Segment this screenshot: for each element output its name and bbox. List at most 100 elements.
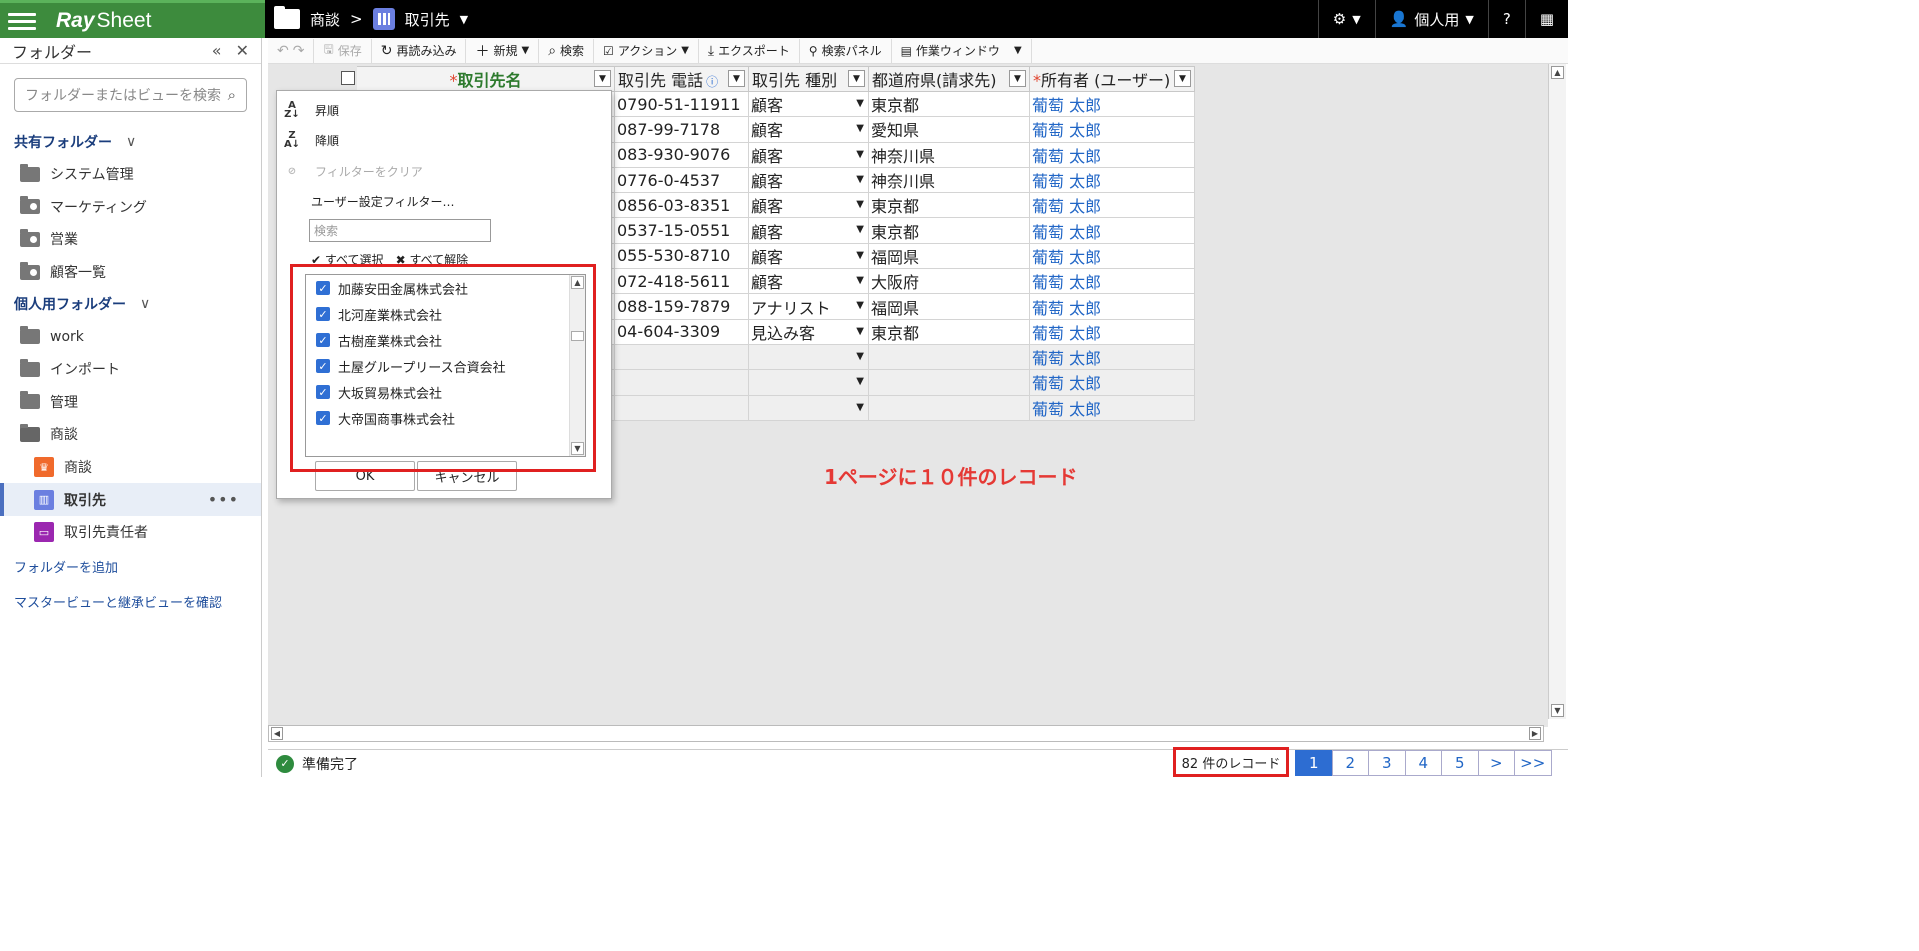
sort-ascending-item[interactable]: A Z↓ 昇順 bbox=[281, 101, 339, 120]
cell-type[interactable]: 顧客 ▼ bbox=[748, 166, 869, 194]
collapse-icon[interactable]: « bbox=[212, 41, 222, 60]
cell-pref[interactable] bbox=[868, 343, 1030, 371]
undo-button[interactable]: ↶ ↷ bbox=[268, 38, 315, 63]
master-view-link[interactable]: マスタービューと継承ビューを確認 bbox=[0, 584, 261, 619]
cell-pref[interactable] bbox=[868, 369, 1030, 396]
cell-phone[interactable]: 087-99-7178 bbox=[614, 116, 749, 143]
save-button[interactable]: 🖫 保存 bbox=[314, 38, 372, 63]
cell-pref[interactable]: 東京都 bbox=[868, 217, 1030, 244]
filter-search-input[interactable]: 検索 bbox=[309, 219, 491, 242]
cell-phone[interactable]: 0537-15-0551 bbox=[614, 217, 749, 244]
cell-owner[interactable]: 葡萄 太郎 bbox=[1029, 293, 1195, 320]
filter-dropdown-button[interactable]: ▼ bbox=[1009, 70, 1026, 87]
shared-folder-section[interactable]: 共有フォルダー ∨ bbox=[0, 126, 261, 158]
folder-item-marketing[interactable]: マーケティング bbox=[0, 191, 261, 224]
view-item-deals[interactable]: ♛ 商談 bbox=[0, 451, 261, 484]
page-button[interactable]: > bbox=[1477, 750, 1515, 776]
close-icon[interactable]: ✕ bbox=[236, 41, 249, 60]
owner-link[interactable]: 葡萄 太郎 bbox=[1032, 147, 1101, 166]
horizontal-scrollbar[interactable]: ◀ ▶ bbox=[268, 725, 1544, 742]
cell-phone[interactable]: 0856-03-8351 bbox=[614, 192, 749, 219]
user-menu[interactable]: 👤 個人用 ▼ bbox=[1374, 0, 1488, 38]
cell-owner[interactable]: 葡萄 太郎 bbox=[1029, 166, 1195, 194]
dropdown-arrow-icon[interactable]: ▼ bbox=[856, 402, 864, 413]
folder-search-input[interactable]: フォルダーまたはビューを検索 ⌕ bbox=[14, 78, 247, 112]
personal-folder-section[interactable]: 個人用フォルダー ∨ bbox=[0, 288, 261, 320]
owner-link[interactable]: 葡萄 太郎 bbox=[1032, 248, 1101, 267]
cell-pref[interactable]: 東京都 bbox=[868, 90, 1030, 118]
search-icon[interactable]: ⌕ bbox=[228, 86, 236, 104]
cell-owner[interactable]: 葡萄 太郎 bbox=[1029, 141, 1195, 168]
cell-type[interactable]: 顧客 ▼ bbox=[748, 192, 869, 219]
filter-dropdown-button[interactable]: ▼ bbox=[848, 70, 865, 87]
dropdown-arrow-icon[interactable]: ▼ bbox=[856, 351, 864, 362]
cell-pref[interactable]: 東京都 bbox=[868, 192, 1030, 219]
redo-icon[interactable]: ↷ bbox=[293, 43, 305, 59]
page-button[interactable]: >> bbox=[1514, 750, 1552, 776]
search-panel-button[interactable]: ⚲ 検索パネル bbox=[800, 38, 892, 63]
owner-link[interactable]: 葡萄 太郎 bbox=[1032, 324, 1101, 343]
dropdown-arrow-icon[interactable]: ▼ bbox=[856, 326, 864, 337]
cell-phone[interactable]: 083-930-9076 bbox=[614, 141, 749, 168]
scroll-right-icon[interactable]: ▶ bbox=[1529, 727, 1541, 740]
cell-pref[interactable]: 福岡県 bbox=[868, 242, 1030, 270]
vertical-scrollbar[interactable]: ▲ ▼ bbox=[1548, 64, 1566, 719]
scroll-left-icon[interactable]: ◀ bbox=[271, 727, 283, 740]
dropdown-arrow-icon[interactable]: ▼ bbox=[856, 98, 864, 109]
folder-item-work[interactable]: work bbox=[0, 320, 261, 353]
column-header-type[interactable]: 取引先 種別 ▼ bbox=[748, 66, 869, 92]
owner-link[interactable]: 葡萄 太郎 bbox=[1032, 96, 1101, 115]
breadcrumb-parent[interactable]: 商談 bbox=[310, 9, 340, 30]
owner-link[interactable]: 葡萄 太郎 bbox=[1032, 197, 1101, 216]
menu-icon[interactable] bbox=[8, 9, 36, 35]
dropdown-arrow-icon[interactable]: ▼ bbox=[856, 300, 864, 311]
cell-pref[interactable] bbox=[868, 394, 1030, 421]
cell-owner[interactable]: 葡萄 太郎 bbox=[1029, 369, 1195, 396]
cell-type[interactable]: 顧客 ▼ bbox=[748, 116, 869, 143]
filter-dropdown-button[interactable]: ▼ bbox=[1174, 70, 1191, 87]
work-window-button[interactable]: ▤ 作業ウィンドウ ▼ bbox=[892, 38, 1032, 63]
page-button[interactable]: 2 bbox=[1331, 750, 1369, 776]
cell-phone[interactable]: 0776-0-4537 bbox=[614, 166, 749, 194]
folder-item-customers[interactable]: 顧客一覧 bbox=[0, 256, 261, 289]
search-button[interactable]: ⌕ 検索 bbox=[539, 38, 595, 63]
layout-button[interactable]: ▦ bbox=[1524, 0, 1568, 38]
dropdown-arrow-icon[interactable]: ▼ bbox=[856, 250, 864, 261]
cell-type[interactable]: 見込み客 ▼ bbox=[748, 318, 869, 345]
dropdown-arrow-icon[interactable]: ▼ bbox=[856, 275, 864, 286]
chevron-down-icon[interactable]: ▼ bbox=[521, 45, 529, 56]
dropdown-arrow-icon[interactable]: ▼ bbox=[856, 123, 864, 134]
page-button[interactable]: 4 bbox=[1404, 750, 1442, 776]
chevron-down-icon[interactable]: ∨ bbox=[126, 134, 136, 150]
cell-phone[interactable]: 055-530-8710 bbox=[614, 242, 749, 270]
help-button[interactable]: ? bbox=[1487, 0, 1525, 38]
cell-owner[interactable]: 葡萄 太郎 bbox=[1029, 268, 1195, 295]
owner-link[interactable]: 葡萄 太郎 bbox=[1032, 400, 1101, 419]
cell-type[interactable]: ▼ bbox=[748, 343, 869, 371]
cell-phone[interactable] bbox=[614, 369, 749, 396]
info-icon[interactable]: ⓘ bbox=[706, 75, 718, 89]
reload-button[interactable]: ↻ 再読み込み bbox=[372, 38, 467, 63]
cell-type[interactable]: ▼ bbox=[748, 369, 869, 396]
owner-link[interactable]: 葡萄 太郎 bbox=[1032, 349, 1101, 368]
dropdown-arrow-icon[interactable]: ▼ bbox=[856, 376, 864, 387]
page-button[interactable]: 1 bbox=[1295, 750, 1333, 776]
folder-item-sales[interactable]: 営業 bbox=[0, 223, 261, 256]
owner-link[interactable]: 葡萄 太郎 bbox=[1032, 172, 1101, 191]
cell-pref[interactable]: 神奈川県 bbox=[868, 141, 1030, 168]
cell-pref[interactable]: 大阪府 bbox=[868, 268, 1030, 295]
more-icon[interactable]: ••• bbox=[208, 490, 239, 509]
cell-phone[interactable] bbox=[614, 343, 749, 371]
cell-owner[interactable]: 葡萄 太郎 bbox=[1029, 217, 1195, 244]
owner-link[interactable]: 葡萄 太郎 bbox=[1032, 374, 1101, 393]
cell-owner[interactable]: 葡萄 太郎 bbox=[1029, 116, 1195, 143]
owner-link[interactable]: 葡萄 太郎 bbox=[1032, 299, 1101, 318]
chevron-down-icon[interactable]: ∨ bbox=[140, 296, 150, 312]
folder-item-import[interactable]: インポート bbox=[0, 353, 261, 386]
cell-type[interactable]: 顧客 ▼ bbox=[748, 90, 869, 118]
add-folder-link[interactable]: フォルダーを追加 bbox=[0, 549, 261, 584]
select-all-checkbox[interactable] bbox=[341, 71, 355, 85]
owner-link[interactable]: 葡萄 太郎 bbox=[1032, 273, 1101, 292]
cell-type[interactable]: 顧客 ▼ bbox=[748, 141, 869, 168]
page-button[interactable]: 5 bbox=[1441, 750, 1479, 776]
